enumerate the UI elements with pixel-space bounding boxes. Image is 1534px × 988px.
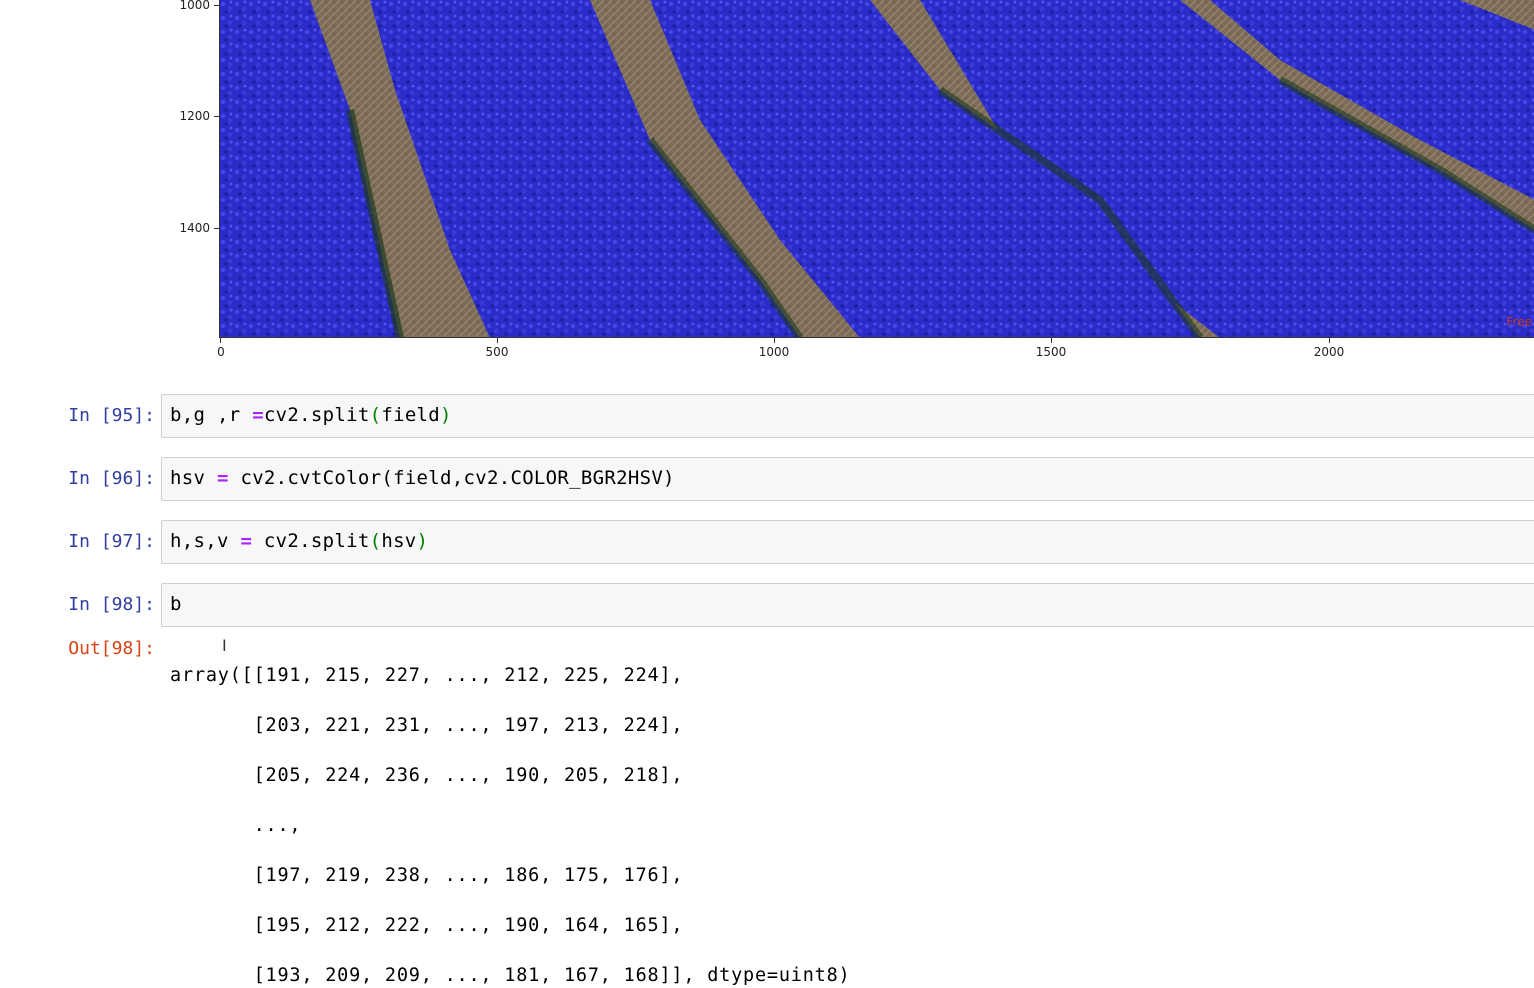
cell-prompt: In [97]: — [68, 531, 155, 552]
x-tick-label: 1000 — [758, 345, 790, 359]
x-tick-label: 2000 — [1313, 345, 1345, 359]
code-input[interactable]: h,s,v = cv2.split(hsv) — [161, 520, 1534, 564]
code-input[interactable]: b — [161, 583, 1534, 627]
hyacinth-field-image: Free — [219, 0, 1534, 338]
output-line: [193, 209, 209, ..., 181, 167, 168]], dt… — [170, 965, 851, 986]
code-text: hsv = cv2.cvtColor(field,cv2.COLOR_BGR2H… — [170, 467, 675, 489]
code-text: b — [170, 593, 182, 615]
text-cursor-icon: I — [222, 636, 227, 655]
output-line: [195, 212, 222, ..., 190, 164, 165], — [170, 915, 684, 936]
x-tick-mark — [1329, 338, 1330, 343]
x-tick-label: 500 — [485, 345, 509, 359]
output-line: array([[191, 215, 227, ..., 212, 225, 22… — [170, 665, 684, 686]
x-tick-label: 0 — [217, 345, 225, 359]
code-input[interactable]: b,g ,r =cv2.split(field) — [161, 394, 1534, 438]
output-array[interactable]: array([[191, 215, 227, ..., 212, 225, 22… — [170, 638, 850, 988]
output-prompt: Out[98]: — [68, 638, 155, 659]
y-tick-label: 1200 — [179, 109, 210, 123]
x-tick-mark — [774, 338, 775, 343]
output-line: [203, 221, 231, ..., 197, 213, 224], — [170, 715, 684, 736]
code-text: b,g ,r =cv2.split(field) — [170, 404, 452, 426]
x-tick-mark — [497, 338, 498, 343]
cell-prompt: In [96]: — [68, 468, 155, 489]
code-text: h,s,v = cv2.split(hsv) — [170, 530, 429, 552]
watermark-text: Free — [1506, 315, 1532, 329]
plot-output: 1000 1200 1400 Free 0 500 1000 1500 2000 — [0, 0, 1534, 370]
x-tick-mark — [1051, 338, 1052, 343]
x-tick-label: 1500 — [1035, 345, 1067, 359]
output-line: [197, 219, 238, ..., 186, 175, 176], — [170, 865, 684, 886]
cell-prompt: In [95]: — [68, 405, 155, 426]
cell-prompt: In [98]: — [68, 594, 155, 615]
code-input[interactable]: hsv = cv2.cvtColor(field,cv2.COLOR_BGR2H… — [161, 457, 1534, 501]
y-tick-label: 1000 — [179, 0, 210, 12]
output-line: ..., — [170, 815, 302, 836]
x-tick-mark — [220, 338, 221, 343]
y-tick-label: 1400 — [179, 221, 210, 235]
output-line: [205, 224, 236, ..., 190, 205, 218], — [170, 765, 684, 786]
